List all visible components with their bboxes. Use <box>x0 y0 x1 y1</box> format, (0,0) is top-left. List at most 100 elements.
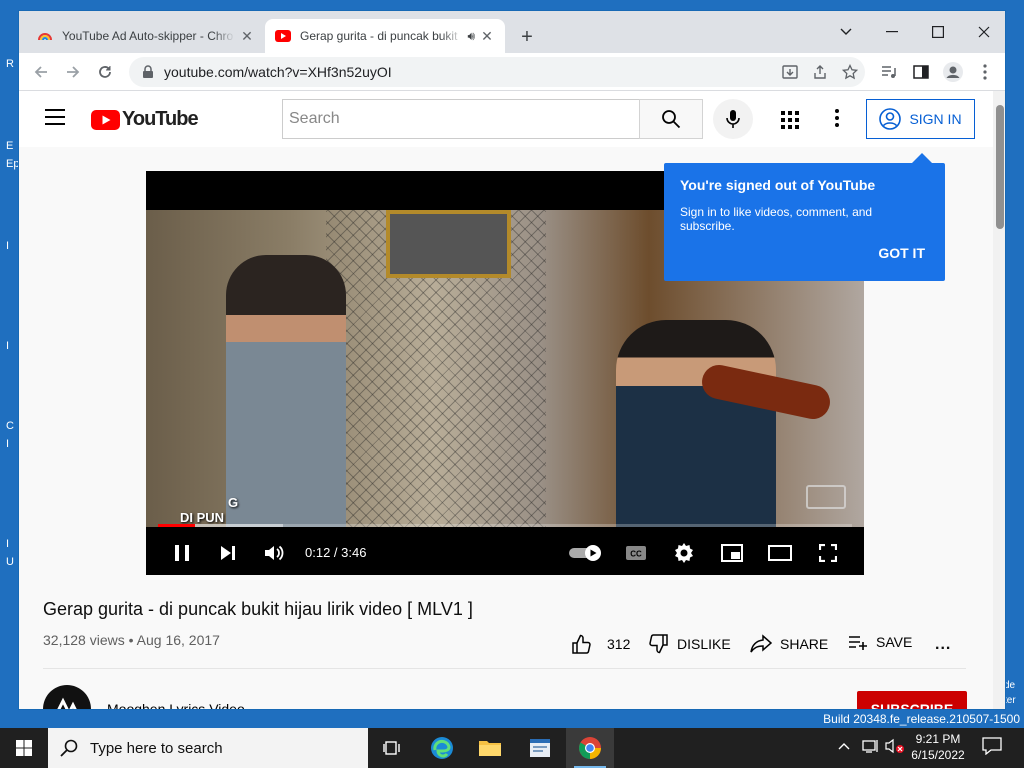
bookmark-star-icon[interactable] <box>835 64 865 80</box>
desktop-text-fragment: C <box>6 420 14 432</box>
start-button[interactable] <box>0 728 48 768</box>
windows-build-watermark: Build 20348.fe_release.210507-1500 <box>823 712 1020 726</box>
system-clock[interactable]: 9:21 PM 6/15/2022 <box>900 731 976 763</box>
more-actions-button[interactable]: ... <box>935 636 951 654</box>
autoplay-toggle-icon <box>569 545 601 561</box>
share-icon[interactable] <box>805 64 835 80</box>
search-input[interactable]: Search <box>282 99 639 139</box>
edge-browser-icon <box>431 737 453 759</box>
close-tab-icon[interactable]: ✕ <box>479 28 495 44</box>
subscribe-button[interactable]: SUBSCRIBE <box>857 691 967 709</box>
got-it-button[interactable]: GOT IT <box>878 245 925 261</box>
minimize-button[interactable] <box>869 17 915 47</box>
divider <box>43 668 966 669</box>
microphone-icon <box>726 110 740 128</box>
back-button[interactable] <box>29 60 53 84</box>
side-panel-icon <box>913 65 929 79</box>
save-button[interactable]: SAVE <box>848 634 912 650</box>
fullscreen-icon <box>819 544 837 562</box>
chrome-taskbar-button[interactable] <box>566 728 614 768</box>
page-scrollbar[interactable] <box>993 91 1005 709</box>
tab-strip: YouTube Ad Auto-skipper - Chro ✕ Gerap g… <box>19 11 1005 53</box>
forward-button[interactable] <box>61 60 85 84</box>
desktop-text-fragment: E <box>6 140 14 152</box>
reload-button[interactable] <box>93 60 117 84</box>
hamburger-menu-icon[interactable] <box>45 109 65 125</box>
voice-search-button[interactable] <box>713 99 753 139</box>
theater-mode-button[interactable] <box>768 541 792 565</box>
chrome-window: YouTube Ad Auto-skipper - Chro ✕ Gerap g… <box>18 10 1006 710</box>
miniplayer-button[interactable] <box>720 541 744 565</box>
dislike-button[interactable]: DISLIKE <box>647 634 731 654</box>
sign-in-label: SIGN IN <box>909 111 962 127</box>
edge-taskbar-button[interactable] <box>418 728 466 768</box>
speaker-icon[interactable]: 🔊︎ <box>467 29 475 44</box>
file-explorer-button[interactable] <box>466 728 514 768</box>
address-bar[interactable]: youtube.com/watch?v=XHf3n52uyOI <box>129 57 865 87</box>
close-tab-icon[interactable]: ✕ <box>239 28 255 44</box>
media-controls-button[interactable] <box>877 60 901 84</box>
channel-avatar[interactable] <box>43 685 91 709</box>
scrollbar-thumb[interactable] <box>996 105 1004 229</box>
browser-menu-button[interactable] <box>973 60 997 84</box>
like-button[interactable]: 312 <box>571 634 630 654</box>
taskbar-search-box[interactable]: Type here to search <box>48 728 368 768</box>
app-taskbar-button[interactable] <box>516 728 564 768</box>
show-hidden-icons-button[interactable] <box>838 738 850 753</box>
view-count: 32,128 views <box>43 632 125 648</box>
next-button[interactable] <box>216 541 240 565</box>
pause-button[interactable] <box>170 541 194 565</box>
search-button[interactable] <box>639 99 703 139</box>
tab-title: Gerap gurita - di puncak bukit <box>300 29 464 43</box>
player-controls: 0:12 / 3:46 CC <box>146 531 864 575</box>
settings-button[interactable] <box>672 541 696 565</box>
rainbow-extension-icon <box>38 33 52 41</box>
close-window-button[interactable] <box>961 17 1005 47</box>
network-tray-icon[interactable] <box>862 738 880 757</box>
autoplay-toggle[interactable] <box>568 541 604 565</box>
share-button[interactable]: SHARE <box>750 634 828 654</box>
reload-icon <box>99 66 111 78</box>
search-icon <box>662 110 681 129</box>
skip-next-icon <box>221 546 235 560</box>
tab-search-button[interactable] <box>823 17 869 47</box>
desktop-text-fragment: I <box>6 538 10 550</box>
profile-button[interactable] <box>941 60 965 84</box>
maximize-button[interactable] <box>915 17 961 47</box>
share-arrow-icon <box>750 634 772 653</box>
captions-button[interactable]: CC <box>624 541 648 565</box>
new-tab-button[interactable]: + <box>515 26 539 49</box>
youtube-play-logo-icon <box>91 109 120 130</box>
share-label: SHARE <box>780 636 829 652</box>
volume-button[interactable] <box>262 541 286 565</box>
youtube-logo[interactable]: YouTube <box>91 108 199 131</box>
window-app-icon <box>530 739 550 757</box>
arrow-right-icon <box>67 66 80 78</box>
desktop-text-fragment: R <box>6 58 14 70</box>
progress-bar[interactable] <box>158 524 852 527</box>
settings-kebab-icon[interactable] <box>835 109 839 130</box>
violinist-figure <box>616 320 776 527</box>
notifications-button[interactable] <box>982 737 1002 758</box>
url-text: youtube.com/watch?v=XHf3n52uyOI <box>164 64 392 80</box>
channel-name[interactable]: Mooghen Lyrics Video <box>107 701 245 709</box>
windows-logo-icon <box>16 740 32 756</box>
chevron-down-icon <box>840 28 852 35</box>
tooltip-body: Sign in to like videos, comment, and sub… <box>680 205 873 233</box>
install-app-icon[interactable] <box>775 64 805 80</box>
apps-grid-icon[interactable] <box>781 111 799 134</box>
channel-watermark <box>806 485 846 509</box>
arrow-left-icon <box>34 66 47 78</box>
desktop-text-fragment: U <box>6 556 14 568</box>
thumbs-up-icon <box>572 634 591 654</box>
side-panel-button[interactable] <box>909 60 933 84</box>
tab-gerap-gurita[interactable]: Gerap gurita - di puncak bukit 🔊︎ ✕ <box>265 19 505 53</box>
lock-icon <box>143 65 153 78</box>
tab-youtube-ad-skipper[interactable]: YouTube Ad Auto-skipper - Chro ✕ <box>27 19 265 53</box>
chevron-up-icon <box>838 743 850 750</box>
thumbs-down-icon <box>649 634 668 654</box>
fullscreen-button[interactable] <box>816 541 840 565</box>
sign-in-button[interactable]: SIGN IN <box>866 99 975 139</box>
video-overlay-text: G DI PUN <box>180 495 239 525</box>
task-view-button[interactable] <box>368 728 416 768</box>
